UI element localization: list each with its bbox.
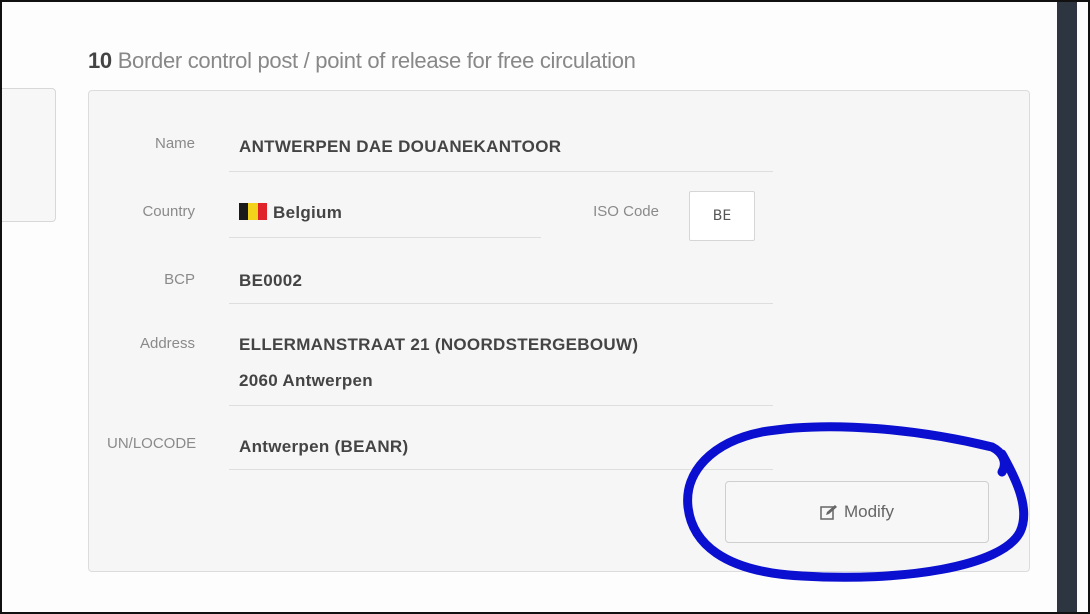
unlocode-label: UN/LOCODE xyxy=(107,435,197,452)
unlocode-underline xyxy=(229,469,773,470)
country-underline xyxy=(229,237,541,238)
section-title: 10 Border control post / point of releas… xyxy=(88,48,636,74)
address-line-2: 2060 Antwerpen xyxy=(239,371,373,390)
section-title-text: Border control post / point of release f… xyxy=(117,48,636,73)
bcp-underline xyxy=(229,303,773,304)
address-label: Address xyxy=(139,335,195,352)
iso-code-field[interactable]: BE xyxy=(689,191,755,241)
name-label: Name xyxy=(154,135,195,152)
modify-button[interactable]: Modify xyxy=(725,481,989,543)
address-underline xyxy=(229,405,773,406)
unlocode-value: Antwerpen (BEANR) xyxy=(239,437,409,456)
bcp-value: BE0002 xyxy=(239,271,303,290)
name-value: ANTWERPEN DAE DOUANEKANTOOR xyxy=(239,137,562,156)
country-name: Belgium xyxy=(273,203,343,222)
section-number: 10 xyxy=(88,48,112,73)
left-panel xyxy=(2,88,56,222)
modify-button-label: Modify xyxy=(843,502,895,521)
address-line-1: ELLERMANSTRAAT 21 (NOORDSTERGEBOUW) xyxy=(239,335,639,354)
iso-code-label: ISO Code xyxy=(593,203,659,220)
border-control-post-card: Name ANTWERPEN DAE DOUANEKANTOOR Country… xyxy=(88,90,1030,572)
right-sidebar-bar xyxy=(1057,2,1077,612)
edit-icon xyxy=(820,505,837,520)
name-underline xyxy=(229,171,773,172)
country-label: Country xyxy=(142,203,195,220)
screenshot-frame: 10 Border control post / point of releas… xyxy=(0,0,1090,614)
belgium-flag-icon xyxy=(239,203,267,220)
country-value: Belgium xyxy=(239,203,342,223)
bcp-label: BCP xyxy=(164,271,195,288)
